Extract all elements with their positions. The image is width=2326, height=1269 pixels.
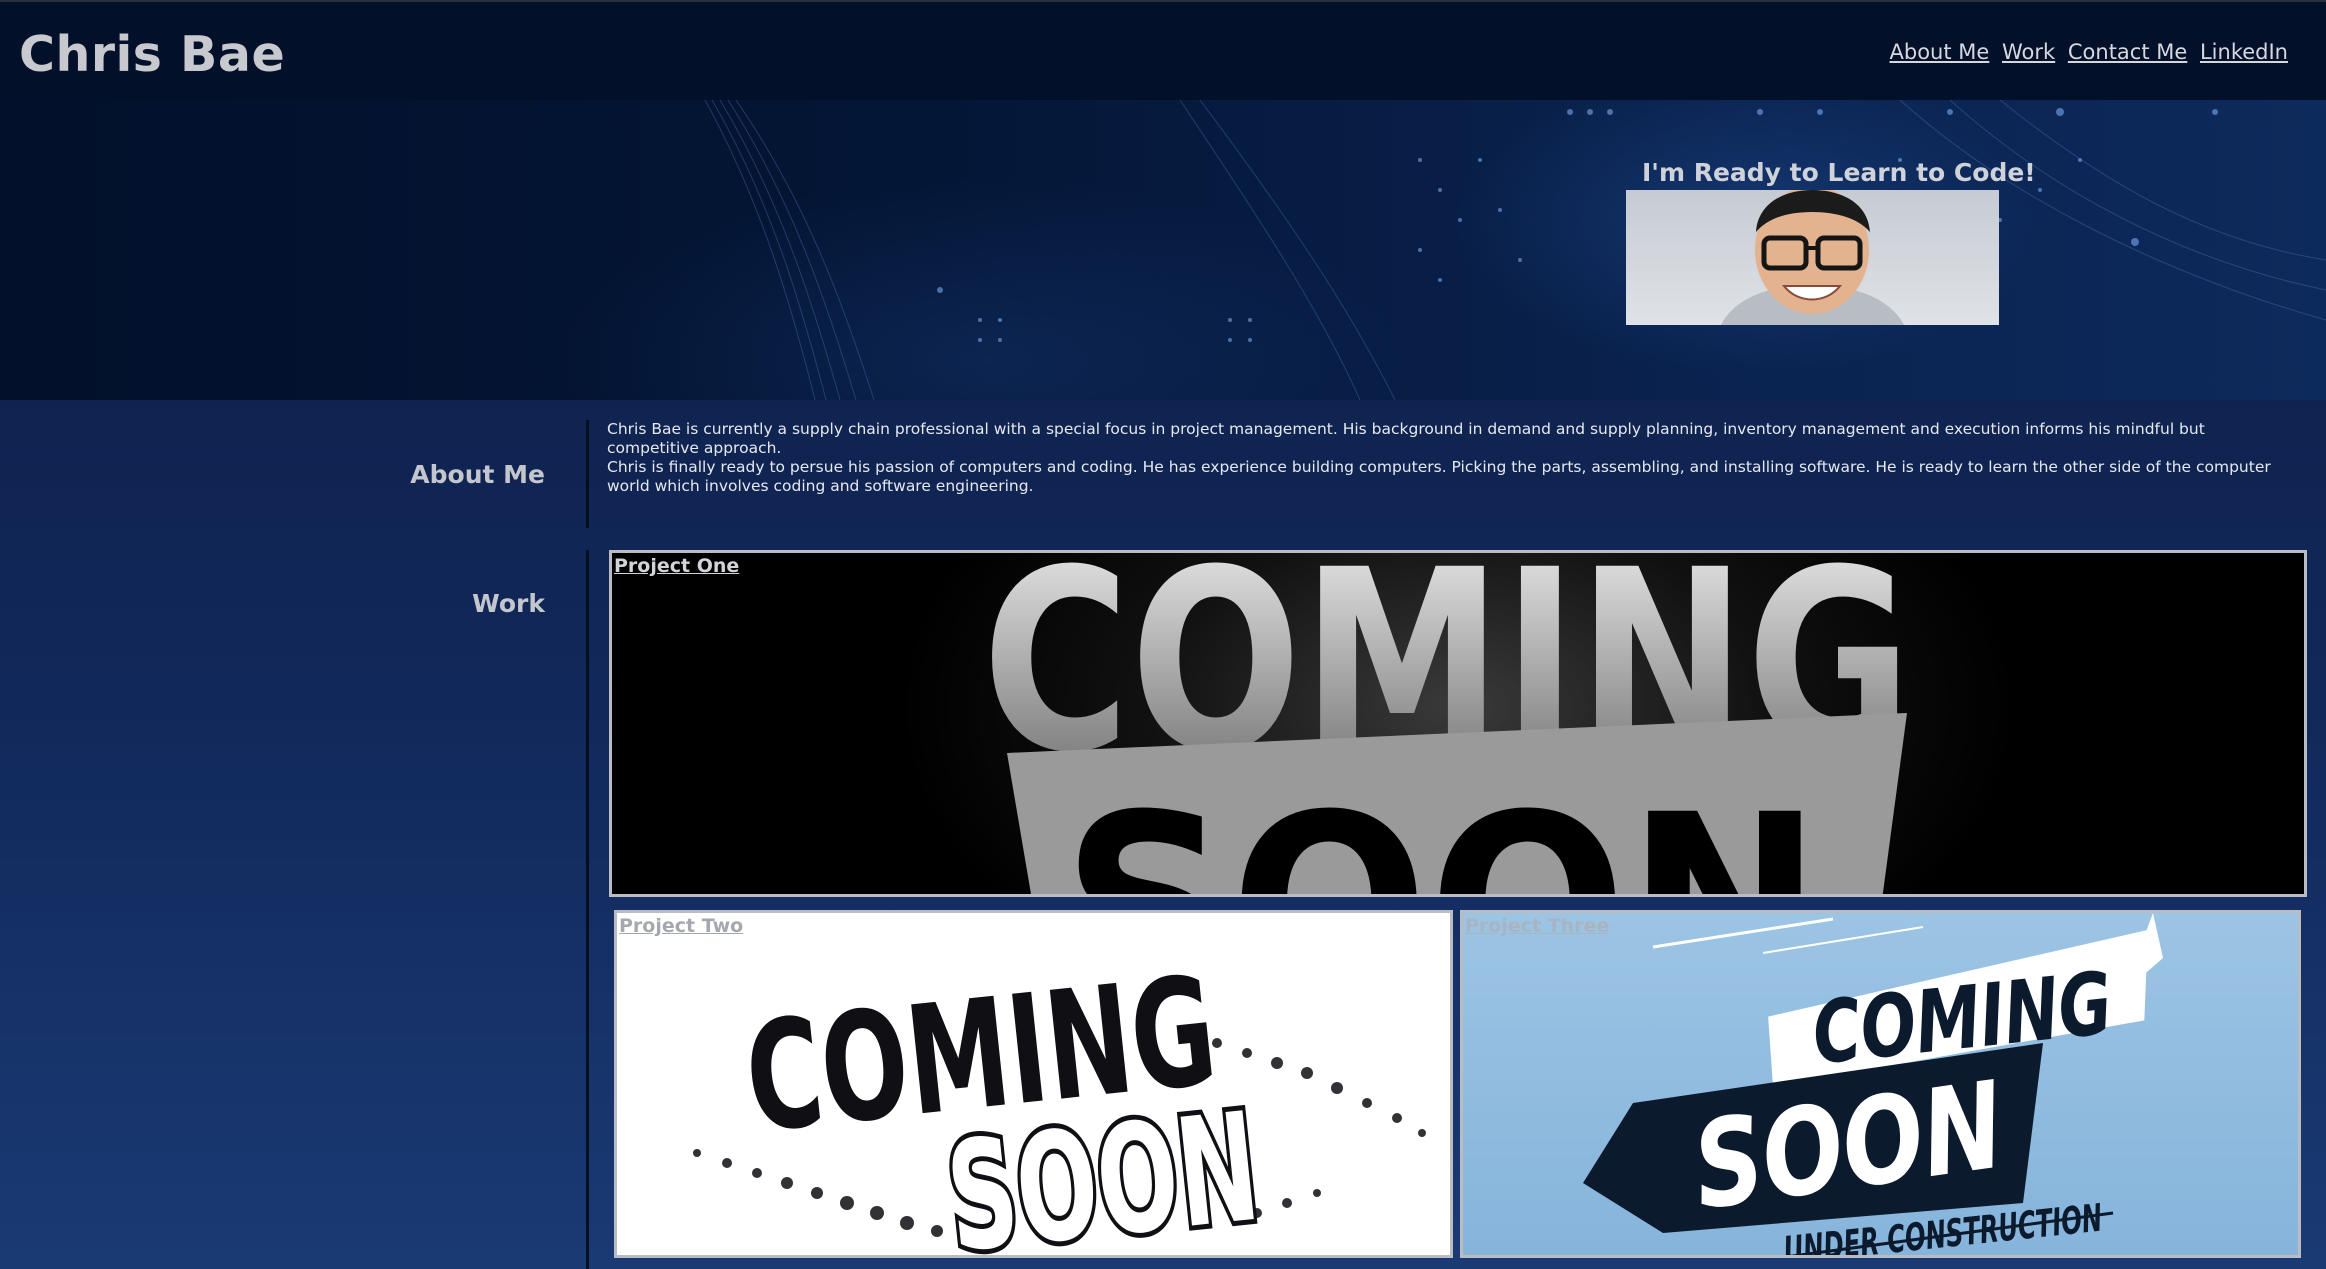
project-two-card[interactable]: Project Two COMING SOON — [614, 910, 1453, 1258]
main-nav: About Me Work Contact Me LinkedIn — [1884, 40, 2289, 64]
hero-banner: I'm Ready to Learn to Code! — [0, 100, 2326, 400]
nav-link-work[interactable]: Work — [2002, 40, 2055, 64]
hero-caption: I'm Ready to Learn to Code! — [1642, 158, 2036, 187]
site-header: Chris Bae About Me Work Contact Me Linke… — [0, 0, 2326, 100]
about-me-text: Chris Bae is currently a supply chain pr… — [607, 420, 2277, 496]
about-divider — [586, 420, 589, 528]
project-one-link[interactable]: Project One — [614, 555, 739, 577]
main-content: About Me Chris Bae is currently a supply… — [0, 400, 2326, 1269]
project-one-image-text-2: SOON — [1062, 761, 1822, 897]
nav-link-linkedin[interactable]: LinkedIn — [2200, 40, 2288, 64]
work-divider — [586, 550, 589, 1269]
about-me-heading: About Me — [410, 460, 545, 489]
site-title: Chris Bae — [19, 26, 286, 83]
about-paragraph-1: Chris Bae is currently a supply chain pr… — [607, 420, 2205, 457]
project-one-card[interactable]: Project One COMING SOON — [609, 550, 2307, 897]
nav-link-about-me[interactable]: About Me — [1890, 40, 1990, 64]
nav-link-contact-me[interactable]: Contact Me — [2068, 40, 2187, 64]
project-three-link[interactable]: Project Three — [1465, 915, 1609, 937]
coming-soon-image: COMING SOON UNDER CONSTRUCTION — [1583, 913, 2163, 1255]
project-two-image-text-2: SOON — [940, 1081, 1266, 1258]
coming-soon-image: COMING SOON — [982, 553, 1912, 897]
coming-soon-image: COMING SOON — [693, 945, 1426, 1258]
project-two-link[interactable]: Project Two — [619, 915, 743, 937]
work-heading: Work — [472, 589, 545, 618]
project-three-card[interactable]: Project Three COMING SOON UNDER CONSTRUC… — [1460, 910, 2301, 1258]
about-paragraph-2: Chris is finally ready to persue his pas… — [607, 458, 2271, 495]
page: Chris Bae About Me Work Contact Me Linke… — [0, 0, 2326, 1269]
profile-photo — [1626, 190, 1999, 325]
